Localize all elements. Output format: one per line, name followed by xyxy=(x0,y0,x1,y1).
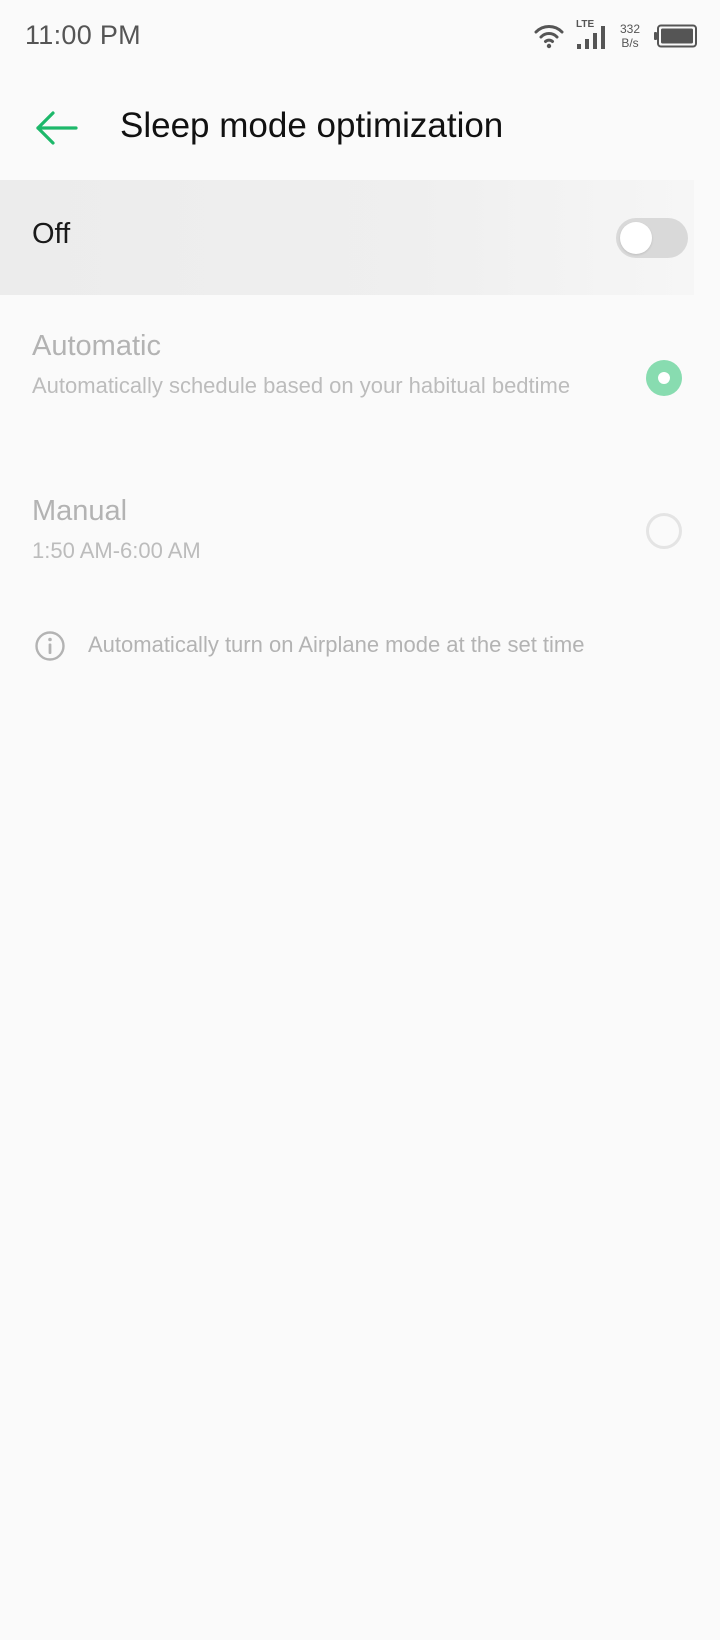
master-switch-label: Off xyxy=(32,218,71,250)
master-switch-row[interactable]: Off xyxy=(0,180,694,295)
screen: 11:00 PM LTE 332 B/s Sleep mode optimiza… xyxy=(0,0,720,1640)
automatic-radio-button[interactable] xyxy=(646,360,682,396)
battery-icon xyxy=(654,24,698,48)
info-icon xyxy=(34,630,66,662)
status-time: 11:00 PM xyxy=(25,20,141,50)
option-automatic-description: Automatically schedule based on your hab… xyxy=(32,373,571,398)
option-manual[interactable]: Manual 1:50 AM-6:00 AM xyxy=(0,485,720,595)
page-title: Sleep mode optimization xyxy=(120,106,504,145)
option-automatic-title: Automatic xyxy=(32,330,161,362)
manual-radio-button[interactable] xyxy=(646,513,682,549)
radio-selected-dot xyxy=(658,372,670,384)
net-speed-value: 332 xyxy=(619,22,640,36)
option-manual-time-range: 1:50 AM-6:00 AM xyxy=(32,538,201,563)
arrow-left-icon xyxy=(34,110,78,146)
option-automatic[interactable]: Automatic Automatically schedule based o… xyxy=(0,320,720,445)
option-manual-title: Manual xyxy=(32,495,128,527)
status-bar: 11:00 PM LTE 332 B/s xyxy=(0,0,720,74)
info-text: Automatically turn on Airplane mode at t… xyxy=(88,632,585,657)
toggle-knob xyxy=(620,222,652,254)
master-toggle-switch[interactable] xyxy=(616,218,688,258)
net-speed-unit: B/s xyxy=(621,36,639,50)
signal-icon: LTE xyxy=(574,20,608,52)
app-bar: Sleep mode optimization xyxy=(0,74,720,180)
wifi-icon xyxy=(534,23,564,49)
back-button[interactable] xyxy=(26,98,86,158)
info-note: Automatically turn on Airplane mode at t… xyxy=(0,622,720,672)
status-icons: LTE 332 B/s xyxy=(534,18,698,54)
net-speed: 332 B/s xyxy=(620,22,640,50)
